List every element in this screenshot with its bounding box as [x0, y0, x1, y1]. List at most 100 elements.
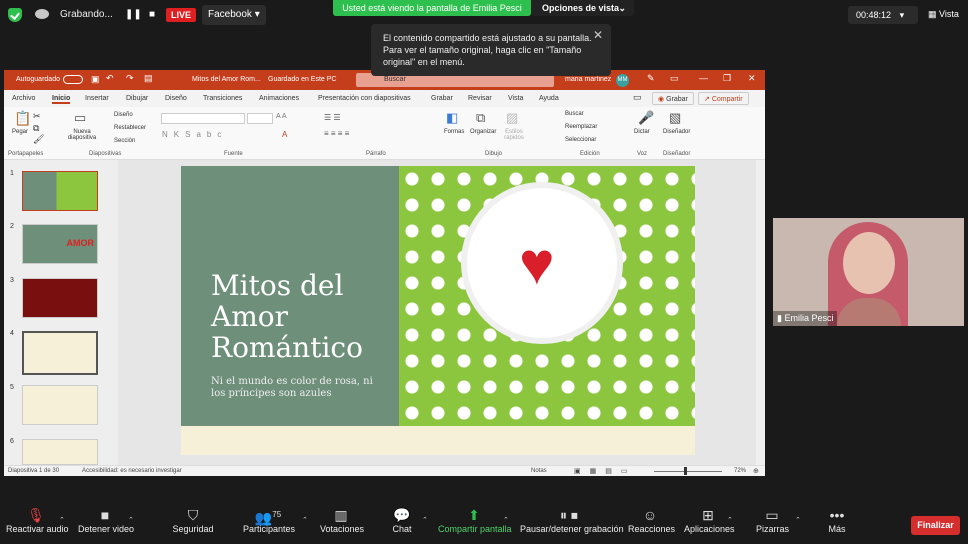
shapes-label[interactable]: Formas	[444, 129, 464, 135]
new-slide-label[interactable]: Nueva diapositiva	[65, 129, 99, 141]
chevron-up-icon[interactable]: ⌃	[795, 516, 801, 524]
tab-archivo[interactable]: Archivo	[12, 95, 35, 102]
pause-stop-recording-button[interactable]: ⏸ ⏹ Pausar/detener grabación	[520, 506, 624, 534]
tab-animaciones[interactable]: Animaciones	[259, 95, 299, 102]
quick-styles-icon[interactable]: ▨	[506, 110, 518, 126]
apps-button[interactable]: ⊞ Aplicaciones	[684, 506, 735, 534]
ribbon-display-icon[interactable]: ▭	[670, 73, 679, 84]
tab-insertar[interactable]: Insertar	[85, 95, 109, 102]
end-meeting-button[interactable]: Finalizar	[911, 516, 960, 535]
find-button[interactable]: Buscar	[565, 111, 584, 117]
redo-icon[interactable]: ↷	[126, 73, 134, 84]
autosave-toggle[interactable]	[63, 75, 83, 84]
current-slide[interactable]: ♥ Mitos del Amor Romántico Ni el mundo e…	[181, 166, 695, 426]
present-icon[interactable]: ▤	[144, 73, 153, 84]
tab-revisar[interactable]: Revisar	[468, 95, 492, 102]
zoom-slider-thumb[interactable]	[684, 467, 687, 475]
slide-thumbnail-3[interactable]	[22, 278, 98, 318]
chevron-up-icon[interactable]: ⌃	[422, 516, 428, 524]
tab-dibujar[interactable]: Dibujar	[126, 95, 148, 102]
security-shield-icon[interactable]	[8, 8, 22, 22]
arrange-icon[interactable]: ⧉	[476, 110, 485, 126]
dictate-label[interactable]: Dictar	[634, 129, 650, 135]
reset-button[interactable]: Restablecer	[114, 125, 146, 131]
microphone-icon[interactable]: 🎤	[638, 110, 654, 126]
view-mode-icons[interactable]: ▣▦▤▭	[574, 467, 636, 475]
chevron-up-icon[interactable]: ⌃	[128, 516, 134, 524]
zoom-slider[interactable]	[654, 471, 722, 472]
share-screen-button[interactable]: ⬆ Compartir pantalla	[438, 506, 512, 534]
bullets-icon[interactable]: ☰ ☰	[324, 113, 341, 122]
select-button[interactable]: Seleccionar	[565, 137, 596, 143]
participants-button[interactable]: 👥75 Participantes	[243, 506, 295, 534]
chat-button[interactable]: 💬 Chat	[388, 506, 416, 534]
facebook-live-dropdown[interactable]: Facebook ▾	[202, 5, 266, 25]
whiteboards-button[interactable]: ▭ Pizarras	[756, 506, 789, 534]
section-button[interactable]: Sección	[114, 138, 135, 144]
shapes-icon[interactable]: ◧	[446, 110, 458, 126]
pen-icon[interactable]: ✎	[647, 73, 655, 84]
record-button[interactable]: ◉ Grabar	[652, 92, 694, 105]
chevron-up-icon[interactable]: ⌃	[59, 516, 65, 524]
tab-transiciones[interactable]: Transiciones	[203, 95, 242, 102]
designer-label[interactable]: Diseñador	[663, 129, 690, 135]
chevron-up-icon[interactable]: ⌃	[302, 516, 308, 524]
tab-vista[interactable]: Vista	[508, 95, 523, 102]
minimize-icon[interactable]: —	[699, 73, 708, 83]
chevron-up-icon[interactable]: ⌃	[727, 516, 733, 524]
font-color-icon[interactable]: A	[282, 130, 287, 139]
slide-thumbnail-1[interactable]	[22, 171, 98, 211]
font-size-select[interactable]	[247, 113, 273, 124]
close-icon[interactable]: ✕	[748, 73, 756, 84]
save-status[interactable]: Guardado en Este PC	[268, 76, 337, 83]
format-painter-icon[interactable]: 🖌	[33, 134, 44, 145]
tab-grabar[interactable]: Grabar	[431, 95, 453, 102]
view-options-button[interactable]: Opciones de vista ⌄	[531, 0, 634, 16]
tab-inicio[interactable]: Inicio	[52, 95, 71, 104]
replace-button[interactable]: Reemplazar	[565, 124, 597, 130]
tab-presentacion[interactable]: Presentación con diapositivas	[318, 95, 411, 102]
cut-icon[interactable]: ✂	[33, 111, 41, 122]
font-name-select[interactable]	[161, 113, 245, 124]
share-button[interactable]: ↗ Compartir	[698, 92, 749, 105]
fit-slide-icon[interactable]: ⊕	[753, 467, 759, 475]
save-icon[interactable]: ▣	[91, 74, 100, 85]
slide-thumbnails-pane[interactable]: 1 2 AMOR 3 4 5 6	[4, 160, 118, 465]
align-icons[interactable]: ≡ ≡ ≡ ≡	[324, 129, 349, 138]
slide-thumbnail-4[interactable]	[22, 331, 98, 375]
new-slide-icon[interactable]: ▭	[74, 110, 86, 126]
notes-button[interactable]: Notas	[531, 468, 547, 474]
quick-styles-label[interactable]: Estilos rápidos	[501, 129, 527, 141]
close-icon[interactable]: ✕	[593, 28, 603, 42]
paste-label[interactable]: Pegar	[12, 129, 28, 135]
paste-icon[interactable]: 📋	[14, 110, 31, 127]
chevron-up-icon[interactable]: ⌃	[503, 516, 509, 524]
slide-thumbnail-2[interactable]: AMOR	[22, 224, 98, 264]
undo-icon[interactable]: ↶	[106, 73, 114, 84]
vertical-scrollbar[interactable]	[756, 160, 765, 465]
comments-icon[interactable]: ▭	[633, 92, 642, 103]
arrange-label[interactable]: Organizar	[470, 129, 496, 135]
slide-thumbnail-6[interactable]	[22, 439, 98, 465]
copy-icon[interactable]: ⧉	[33, 123, 39, 134]
layout-button[interactable]: Diseño	[114, 112, 133, 118]
document-title[interactable]: Mitos del Amor Rom...	[192, 76, 261, 83]
slide-notes-strip[interactable]	[181, 426, 695, 455]
tab-diseno[interactable]: Diseño	[165, 95, 187, 102]
maximize-icon[interactable]: ❐	[723, 73, 731, 84]
slide-subtitle[interactable]: Ni el mundo es color de rosa, ni los prí…	[211, 376, 381, 400]
participant-video[interactable]: ▮ Emilia Pesci	[773, 218, 964, 326]
meeting-timer[interactable]: 00:48:12 ▾	[848, 6, 918, 24]
zoom-level[interactable]: 72%	[734, 468, 746, 474]
polls-button[interactable]: ▥ Votaciones	[320, 506, 364, 534]
tab-ayuda[interactable]: Ayuda	[539, 95, 559, 102]
live-badge[interactable]: LIVE	[166, 8, 197, 22]
unmute-button[interactable]: 🎙 Reactivar audio	[6, 506, 69, 534]
view-button[interactable]: ▦ Vista	[928, 9, 959, 20]
font-grow-icon[interactable]: A A	[276, 113, 287, 120]
more-button[interactable]: ••• Más	[826, 506, 848, 534]
avatar[interactable]: MM	[616, 74, 629, 87]
font-style-icons[interactable]: NKSabc	[162, 130, 227, 139]
account-name[interactable]: maria martinez	[565, 76, 611, 83]
reactions-button[interactable]: ☺ Reacciones	[628, 506, 675, 534]
